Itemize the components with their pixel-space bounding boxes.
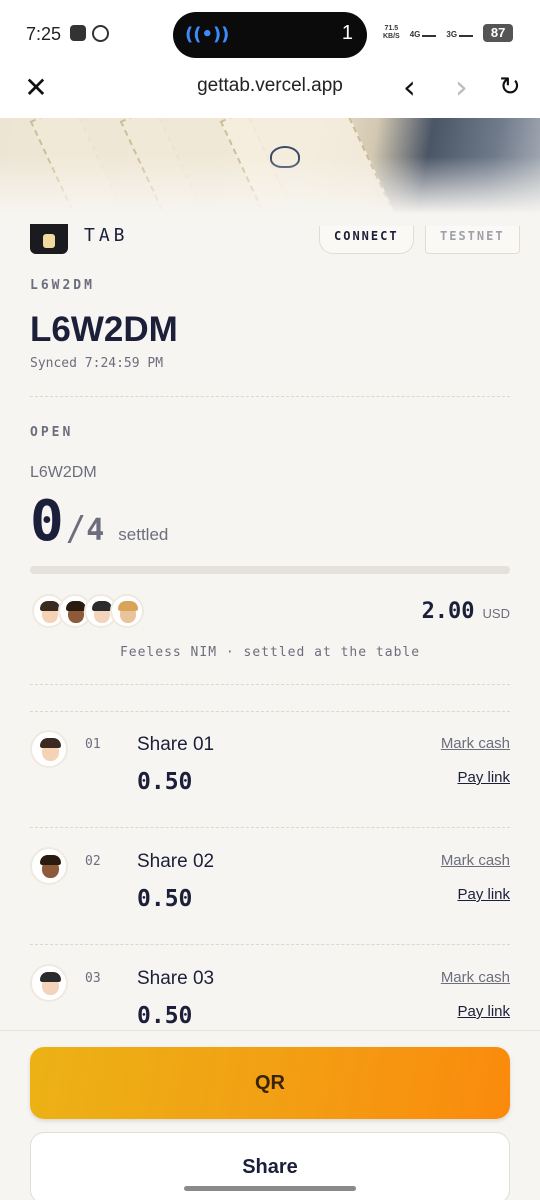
signal-bars-icon xyxy=(422,28,437,37)
connect-button[interactable]: CONNECT xyxy=(319,226,414,254)
settled-count: 0 xyxy=(30,489,64,554)
avatar-hair xyxy=(40,855,61,865)
divider xyxy=(30,684,510,685)
status-time: 7:25 xyxy=(26,24,62,44)
settled-slash: / xyxy=(65,509,87,549)
broadcast-icon: ((•)) xyxy=(185,24,230,45)
participant-avatars xyxy=(32,594,144,628)
avatar-hair xyxy=(40,972,61,982)
network-4g: 4G xyxy=(410,28,437,39)
page-title: L6W2DM xyxy=(30,310,178,349)
divider xyxy=(30,396,510,397)
sync-status: Synced 7:24:59 PM xyxy=(30,356,164,371)
participant-avatar xyxy=(110,594,144,628)
hero-image xyxy=(0,118,540,214)
mark-cash-link[interactable]: Mark cash xyxy=(441,969,510,986)
divider xyxy=(30,827,510,828)
game-controller-icon xyxy=(70,25,86,41)
settled-counter: 0 / 4 settled xyxy=(30,489,168,555)
battery-icon: 87 xyxy=(483,24,514,42)
network-speed: 71.5 KB/S xyxy=(383,25,400,41)
network-speed-value: 71.5 xyxy=(384,25,399,32)
status-notification-icons xyxy=(70,25,109,42)
share-avatar xyxy=(30,730,68,768)
settled-label: settled xyxy=(118,525,169,544)
share-row: 02 Share 02 0.50 Mark cash Pay link xyxy=(0,829,540,945)
brand-name: TAB xyxy=(84,224,129,246)
network-3g: 3G xyxy=(446,28,474,39)
share-avatar xyxy=(30,847,68,885)
settlement-progress-bar xyxy=(30,566,510,574)
total-amount: 2.00 xyxy=(421,599,475,624)
qr-button[interactable]: QR xyxy=(30,1047,510,1119)
total-currency: USD xyxy=(482,606,510,621)
avatar-hair xyxy=(40,601,60,611)
network-badge: TESTNET xyxy=(425,226,520,254)
status-badge: OPEN xyxy=(30,425,74,440)
network-4g-label: 4G xyxy=(409,29,421,39)
brand: TAB xyxy=(30,224,129,254)
tab-eyebrow-id: L6W2DM xyxy=(30,278,95,293)
hero-fade xyxy=(0,118,540,214)
avatar-hair xyxy=(40,738,61,748)
share-row: 01 Share 01 0.50 Mark cash Pay link xyxy=(0,712,540,828)
share-amount: 0.50 xyxy=(137,886,193,912)
tab-sub-id: L6W2DM xyxy=(30,464,97,481)
bottom-action-bar: QR Share xyxy=(0,1030,540,1200)
share-row: 03 Share 03 0.50 Mark cash Pay link xyxy=(0,946,540,1030)
share-name: Share 02 xyxy=(137,851,215,872)
settlement-note: Feeless NIM · settled at the table xyxy=(119,645,421,660)
share-index: 03 xyxy=(85,971,101,986)
forward-icon[interactable]: › xyxy=(455,70,468,104)
avatar-hair xyxy=(118,601,138,611)
island-counter: 1 xyxy=(341,22,353,44)
share-index: 01 xyxy=(85,737,101,752)
pay-link[interactable]: Pay link xyxy=(457,769,510,786)
browser-toolbar: ✕ gettab.vercel.app ‹ › ↻ xyxy=(0,66,540,118)
tab-total: 2.00 USD xyxy=(422,599,510,624)
settled-total: 4 xyxy=(86,513,105,548)
signal-bars-icon xyxy=(459,28,474,37)
share-index: 02 xyxy=(85,854,101,869)
pay-link[interactable]: Pay link xyxy=(457,1003,510,1020)
dynamic-island: ((•)) 1 xyxy=(173,12,367,58)
network-speed-unit: KB/S xyxy=(383,33,400,40)
back-icon[interactable]: ‹ xyxy=(403,70,416,104)
reload-icon[interactable]: ↻ xyxy=(499,73,521,101)
mark-cash-link[interactable]: Mark cash xyxy=(441,735,510,752)
mark-cash-link[interactable]: Mark cash xyxy=(441,852,510,869)
share-amount: 0.50 xyxy=(137,1003,193,1029)
share-name: Share 01 xyxy=(137,734,215,755)
network-3g-label: 3G xyxy=(446,29,458,39)
home-indicator[interactable] xyxy=(184,1186,356,1191)
avatar-hair xyxy=(66,601,86,611)
status-right-icons: 71.5 KB/S 4G 3G 87 xyxy=(383,24,514,42)
share-avatar xyxy=(30,964,68,1002)
share-amount: 0.50 xyxy=(137,769,193,795)
share-name: Share 03 xyxy=(137,968,215,989)
status-bar: 7:25 ((•)) 1 71.5 KB/S 4G 3G 87 xyxy=(0,0,540,66)
avatar-hair xyxy=(92,601,112,611)
main-content: TAB CONNECT TESTNET L6W2DM L6W2DM Synced… xyxy=(0,214,540,1030)
tab-logo-icon xyxy=(30,224,68,254)
divider xyxy=(30,944,510,945)
whatsapp-icon xyxy=(92,25,109,42)
pay-link[interactable]: Pay link xyxy=(457,886,510,903)
